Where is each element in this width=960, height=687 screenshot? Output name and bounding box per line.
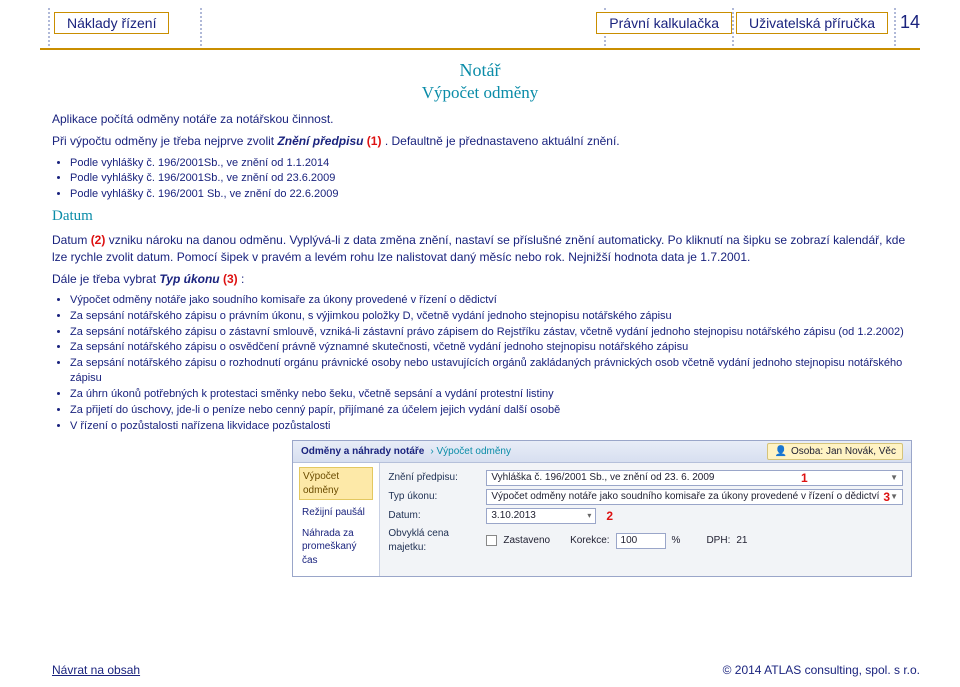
decor-dots bbox=[732, 8, 734, 46]
decor-dots bbox=[48, 8, 50, 46]
text: Při výpočtu odměny je třeba nejprve zvol… bbox=[52, 134, 277, 148]
text: vzniku nároku na danou odměnu. Vyplývá-l… bbox=[52, 233, 905, 263]
header-rule bbox=[40, 48, 920, 50]
emphasis: Znění předpisu bbox=[277, 134, 366, 148]
select-value: Výpočet odměny notáře jako soudního komi… bbox=[491, 490, 879, 504]
row-typ: Typ úkonu: Výpočet odměny notáře jako so… bbox=[388, 489, 903, 505]
app-titlebar: Odměny a náhrady notáře › Výpočet odměny… bbox=[293, 441, 911, 464]
sidebar-item-vypocet[interactable]: Výpočet odměny bbox=[299, 467, 373, 500]
header-app-name: Právní kalkulačka bbox=[596, 12, 732, 34]
datum-heading: Datum bbox=[52, 206, 908, 226]
marker-3: 3 bbox=[883, 489, 890, 505]
label-typ: Typ úkonu: bbox=[388, 490, 480, 504]
chevron-down-icon: ▼ bbox=[890, 492, 898, 503]
page-number: 14 bbox=[900, 12, 920, 33]
content: Notář Výpočet odměny Aplikace počítá odm… bbox=[52, 58, 908, 577]
list-item: Výpočet odměny notáře jako soudního komi… bbox=[70, 293, 908, 308]
chevron-down-icon: ▾ bbox=[587, 511, 591, 522]
page-footer: Návrat na obsah © 2014 ATLAS consulting,… bbox=[52, 663, 920, 677]
row-datum: Datum: 3.10.2013 ▾ 2 bbox=[388, 508, 903, 524]
label-pct: % bbox=[672, 534, 681, 548]
list-item: Za sepsání notářského zápisu o zástavní … bbox=[70, 325, 908, 340]
list-item: Podle vyhlášky č. 196/2001Sb., ve znění … bbox=[70, 156, 908, 171]
text: : bbox=[241, 272, 244, 286]
app-screenshot: Odměny a náhrady notáře › Výpočet odměny… bbox=[292, 440, 912, 578]
select-value: Vyhláška č. 196/2001 Sb., ve znění od 23… bbox=[491, 471, 714, 485]
select-zneni[interactable]: Vyhláška č. 196/2001 Sb., ve znění od 23… bbox=[486, 470, 903, 486]
list-item: Za přijetí do úschovy, jde-li o peníze n… bbox=[70, 403, 908, 418]
chevron-down-icon: ▼ bbox=[890, 473, 898, 484]
vyhlasky-list: Podle vyhlášky č. 196/2001Sb., ve znění … bbox=[70, 156, 908, 203]
row-zneni: Znění předpisu: Vyhláška č. 196/2001 Sb.… bbox=[388, 470, 903, 486]
typukonu-list: Výpočet odměny notáře jako soudního komi… bbox=[70, 293, 908, 434]
list-item: V řízení o pozůstalosti nařízena likvida… bbox=[70, 419, 908, 434]
header-doc-type: Uživatelská příručka bbox=[736, 12, 888, 34]
list-item: Za sepsání notářského zápisu o rozhodnut… bbox=[70, 356, 908, 386]
label-datum: Datum: bbox=[388, 509, 480, 523]
row-obvykla: Obvyklá cena majetku: Zastaveno Korekce:… bbox=[388, 527, 903, 554]
marker-ref: (3) bbox=[223, 272, 238, 286]
datepicker-datum[interactable]: 3.10.2013 ▾ bbox=[486, 508, 596, 524]
sidebar-item-nahrada[interactable]: Náhrada za promeškaný čas bbox=[299, 525, 373, 570]
list-item: Podle vyhlášky č. 196/2001Sb., ve znění … bbox=[70, 171, 908, 186]
marker-1: 1 bbox=[801, 470, 808, 486]
korekce-value: 100 bbox=[621, 534, 638, 548]
page-title: Notář bbox=[52, 58, 908, 82]
back-to-contents-link[interactable]: Návrat na obsah bbox=[52, 663, 140, 677]
text: Datum bbox=[52, 233, 91, 247]
sidebar-item-rezijni[interactable]: Režijní paušál bbox=[299, 504, 373, 522]
intro-paragraph: Aplikace počítá odměny notáře za notářsk… bbox=[52, 111, 908, 127]
label-zastaveno: Zastaveno bbox=[503, 534, 550, 548]
decor-dots bbox=[894, 8, 896, 46]
list-item: Za sepsání notářského zápisu o právním ú… bbox=[70, 309, 908, 324]
person-icon: 👤 bbox=[774, 445, 786, 459]
marker-ref: (2) bbox=[91, 233, 106, 247]
marker-ref: (1) bbox=[367, 134, 382, 148]
datum-paragraph: Datum (2) vzniku nároku na danou odměnu.… bbox=[52, 232, 908, 264]
zneni-paragraph: Při výpočtu odměny je třeba nejprve zvol… bbox=[52, 133, 908, 149]
label-obvykla: Obvyklá cena majetku: bbox=[388, 527, 480, 554]
date-value: 3.10.2013 bbox=[491, 509, 536, 523]
emphasis: Typ úkonu bbox=[159, 272, 223, 286]
list-item: Za úhrn úkonů potřebných k protestaci sm… bbox=[70, 387, 908, 402]
app-sidebar: Výpočet odměny Režijní paušál Náhrada za… bbox=[293, 463, 380, 576]
select-typ[interactable]: Výpočet odměny notáře jako soudního komi… bbox=[486, 489, 903, 505]
list-item: Podle vyhlášky č. 196/2001 Sb., ve znění… bbox=[70, 187, 908, 202]
person-badge[interactable]: 👤 Osoba: Jan Novák, Věc bbox=[767, 443, 903, 461]
input-korekce[interactable]: 100 bbox=[616, 533, 666, 549]
label-zneni: Znění předpisu: bbox=[388, 471, 480, 485]
marker-2: 2 bbox=[606, 508, 613, 524]
checkbox-zastaveno[interactable] bbox=[486, 535, 497, 546]
app-form: Znění předpisu: Vyhláška č. 196/2001 Sb.… bbox=[380, 463, 911, 576]
copyright: © 2014 ATLAS consulting, spol. s r.o. bbox=[723, 663, 920, 677]
header-section-title: Náklady řízení bbox=[54, 12, 169, 34]
dph-value: 21 bbox=[736, 534, 747, 548]
label-korekce: Korekce: bbox=[570, 534, 609, 548]
page-subtitle: Výpočet odměny bbox=[52, 82, 908, 105]
app-body: Výpočet odměny Režijní paušál Náhrada za… bbox=[293, 463, 911, 576]
list-item: Za sepsání notářského zápisu o osvědčení… bbox=[70, 340, 908, 355]
text: . Defaultně je přednastaveno aktuální zn… bbox=[385, 134, 620, 148]
label-dph: DPH: bbox=[706, 534, 730, 548]
person-label: Osoba: Jan Novák, Věc bbox=[791, 445, 896, 459]
app-title: Odměny a náhrady notáře bbox=[301, 445, 424, 459]
page-header: Náklady řízení Právní kalkulačka Uživate… bbox=[40, 8, 920, 44]
text: Dále je třeba vybrat bbox=[52, 272, 159, 286]
app-subtitle: › Výpočet odměny bbox=[430, 445, 511, 459]
typukonu-lead: Dále je třeba vybrat Typ úkonu (3) : bbox=[52, 271, 908, 287]
decor-dots bbox=[200, 8, 202, 46]
